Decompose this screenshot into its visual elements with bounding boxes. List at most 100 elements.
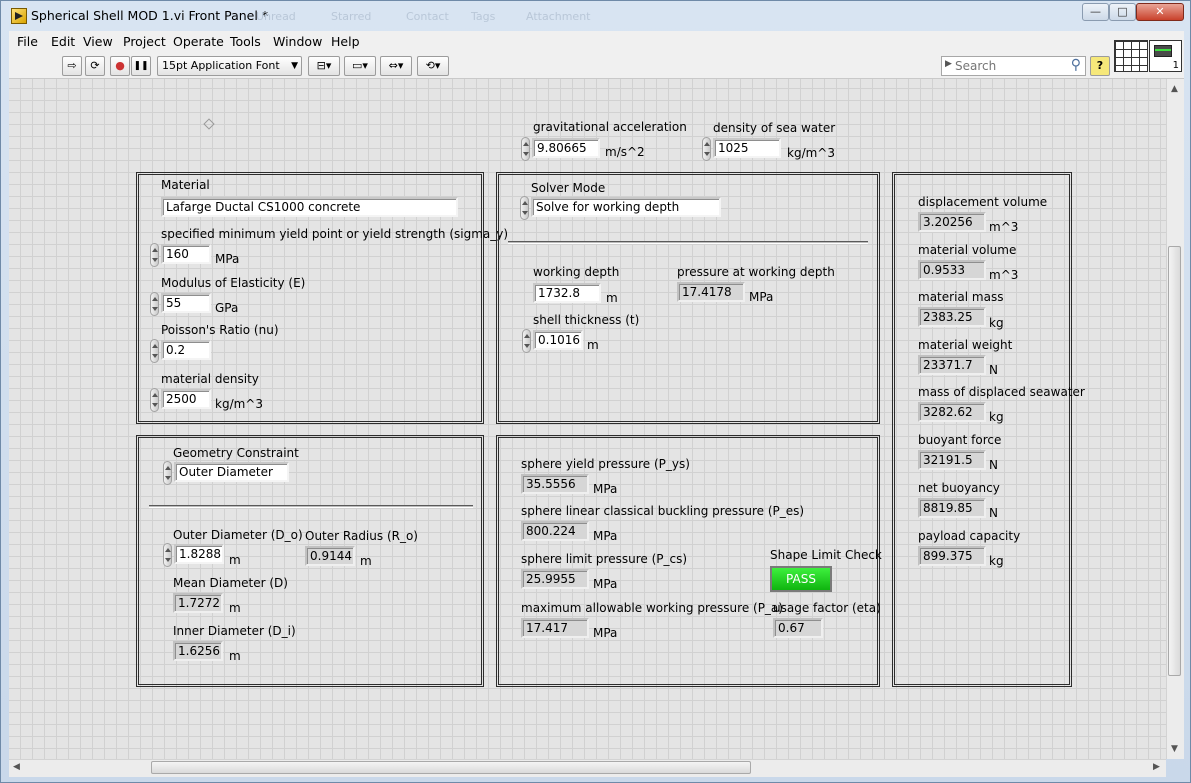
menu-project[interactable]: Project [123, 34, 166, 49]
shape-limit-label: Shape Limit Check [770, 548, 882, 562]
yield-pressure-indicator: 35.5556 [521, 474, 589, 494]
menu-edit[interactable]: Edit [51, 34, 75, 49]
menu-file[interactable]: File [17, 34, 38, 49]
pressure-at-depth-unit: MPa [749, 290, 774, 304]
vi-icon[interactable]: 1 [1149, 40, 1182, 72]
yield-pressure-label: sphere yield pressure (P_ys) [521, 457, 690, 471]
result-unit: m^3 [989, 220, 1019, 234]
sea-density-label: density of sea water [713, 121, 836, 135]
vertical-scroll-thumb[interactable] [1168, 246, 1181, 676]
search-input[interactable] [955, 58, 1063, 74]
horizontal-scroll-thumb[interactable] [151, 761, 751, 774]
result-label: displacement volume [918, 195, 1048, 209]
font-select-value: 15pt Application Font [162, 59, 280, 72]
buckling-pressure-unit: MPa [593, 529, 618, 543]
menu-view[interactable]: View [83, 34, 113, 49]
yield-strength-increment-icon[interactable] [150, 243, 159, 267]
modulus-increment-icon[interactable] [150, 292, 159, 316]
scroll-down-icon[interactable]: ▼ [1171, 744, 1178, 754]
material-density-increment-icon[interactable] [150, 388, 159, 412]
abort-icon[interactable]: ● [110, 56, 130, 76]
ghost-tab-contact: Contact [406, 10, 449, 23]
search-icon[interactable]: ⚲ [1071, 57, 1081, 73]
shell-thickness-field[interactable]: 0.1016 [533, 330, 583, 350]
outer-radius-indicator: 0.9144 [305, 546, 355, 566]
inner-diameter-indicator: 1.6256 [173, 641, 223, 661]
minimize-button[interactable]: — [1082, 3, 1109, 21]
allowable-pressure-indicator: 17.417 [521, 618, 589, 638]
distribute-objects-icon[interactable]: ▭▾ [344, 56, 376, 76]
result-label: material weight [918, 338, 1013, 352]
shell-thickness-increment-icon[interactable] [522, 329, 531, 353]
gravity-unit: m/s^2 [605, 145, 645, 159]
material-field[interactable]: Lafarge Ductal CS1000 concrete [161, 197, 458, 217]
shell-thickness-unit: m [587, 338, 599, 352]
result-label: mass of displaced seawater [918, 385, 1085, 399]
reorder-icon[interactable]: ⟲▾ [417, 56, 449, 76]
mean-diameter-indicator: 1.7272 [173, 593, 223, 613]
limit-pressure-label: sphere limit pressure (P_cs) [521, 552, 688, 566]
result-unit: N [989, 458, 998, 472]
labview-window: Spherical Shell MOD 1.vi Front Panel * U… [0, 0, 1191, 783]
align-objects-icon[interactable]: ⊟▾ [308, 56, 340, 76]
solver-mode-ring-icon[interactable] [520, 196, 529, 220]
geometry-constraint-ring-icon[interactable] [163, 461, 172, 485]
outer-diameter-increment-icon[interactable] [163, 543, 172, 567]
pressure-at-depth-label: pressure at working depth [677, 265, 835, 279]
poisson-label: Poisson's Ratio (nu) [161, 323, 279, 337]
outer-diameter-field[interactable]: 1.8288 [174, 544, 224, 564]
sea-density-field[interactable]: 1025 [713, 138, 781, 158]
gravity-increment-icon[interactable] [521, 137, 530, 161]
limit-pressure-unit: MPa [593, 577, 618, 591]
run-continuously-icon[interactable]: ⟳ [85, 56, 105, 76]
material-density-unit: kg/m^3 [215, 397, 263, 411]
result-indicator: 3282.62 [918, 402, 986, 422]
modulus-field[interactable]: 55 [161, 293, 211, 313]
menu-operate[interactable]: Operate [173, 34, 224, 49]
menu-tools[interactable]: Tools [230, 34, 261, 49]
result-unit: m^3 [989, 268, 1019, 282]
result-label: net buoyancy [918, 481, 1000, 495]
pause-icon[interactable]: ❚❚ [131, 56, 151, 76]
result-label: payload capacity [918, 529, 1021, 543]
solver-mode-ring[interactable]: Solve for working depth [531, 197, 721, 217]
labview-vi-icon [11, 8, 27, 24]
mean-diameter-label: Mean Diameter (D) [173, 576, 288, 590]
poisson-field[interactable]: 0.2 [161, 340, 211, 360]
run-arrow-icon[interactable]: ⇨ [62, 56, 82, 76]
allowable-pressure-unit: MPa [593, 626, 618, 640]
close-button[interactable]: ✕ [1136, 3, 1184, 21]
resize-objects-icon[interactable]: ⇔▾ [380, 56, 412, 76]
result-indicator: 0.9533 [918, 260, 986, 280]
scroll-up-icon[interactable]: ▲ [1171, 84, 1178, 94]
ghost-tab-starred: Starred [331, 10, 372, 23]
material-density-field[interactable]: 2500 [161, 389, 211, 409]
connector-pane-icon[interactable] [1114, 40, 1148, 72]
result-label: material volume [918, 243, 1017, 257]
vi-icon-number: 1 [1172, 60, 1179, 71]
modulus-label: Modulus of Elasticity (E) [161, 276, 306, 290]
allowable-pressure-label: maximum allowable working pressure (P_a) [521, 601, 783, 615]
result-label: material mass [918, 290, 1004, 304]
material-label: Material [161, 178, 210, 192]
result-label: buoyant force [918, 433, 1002, 447]
menu-help[interactable]: Help [331, 34, 360, 49]
poisson-increment-icon[interactable] [150, 339, 159, 363]
font-select[interactable]: 15pt Application Font ▼ [157, 56, 302, 76]
menu-window[interactable]: Window [273, 34, 322, 49]
sea-density-increment-icon[interactable] [702, 137, 711, 161]
scroll-right-icon[interactable]: ▶ [1153, 762, 1160, 772]
working-depth-field[interactable]: 1732.8 [533, 283, 601, 303]
gravity-field[interactable]: 9.80665 [532, 138, 600, 158]
context-help-icon[interactable]: ? [1090, 56, 1110, 76]
buckling-pressure-label: sphere linear classical buckling pressur… [521, 504, 805, 518]
yield-strength-field[interactable]: 160 [161, 244, 211, 264]
limit-pressure-indicator: 25.9955 [521, 569, 589, 589]
geometry-constraint-ring[interactable]: Outer Diameter [174, 462, 289, 482]
material-density-label: material density [161, 372, 259, 386]
mean-diameter-unit: m [229, 601, 241, 615]
search-box[interactable]: ▶ ⚲ [941, 56, 1086, 76]
scroll-left-icon[interactable]: ◀ [13, 762, 20, 772]
maximize-button[interactable]: □ [1109, 3, 1136, 21]
solver-mode-label: Solver Mode [531, 181, 606, 195]
